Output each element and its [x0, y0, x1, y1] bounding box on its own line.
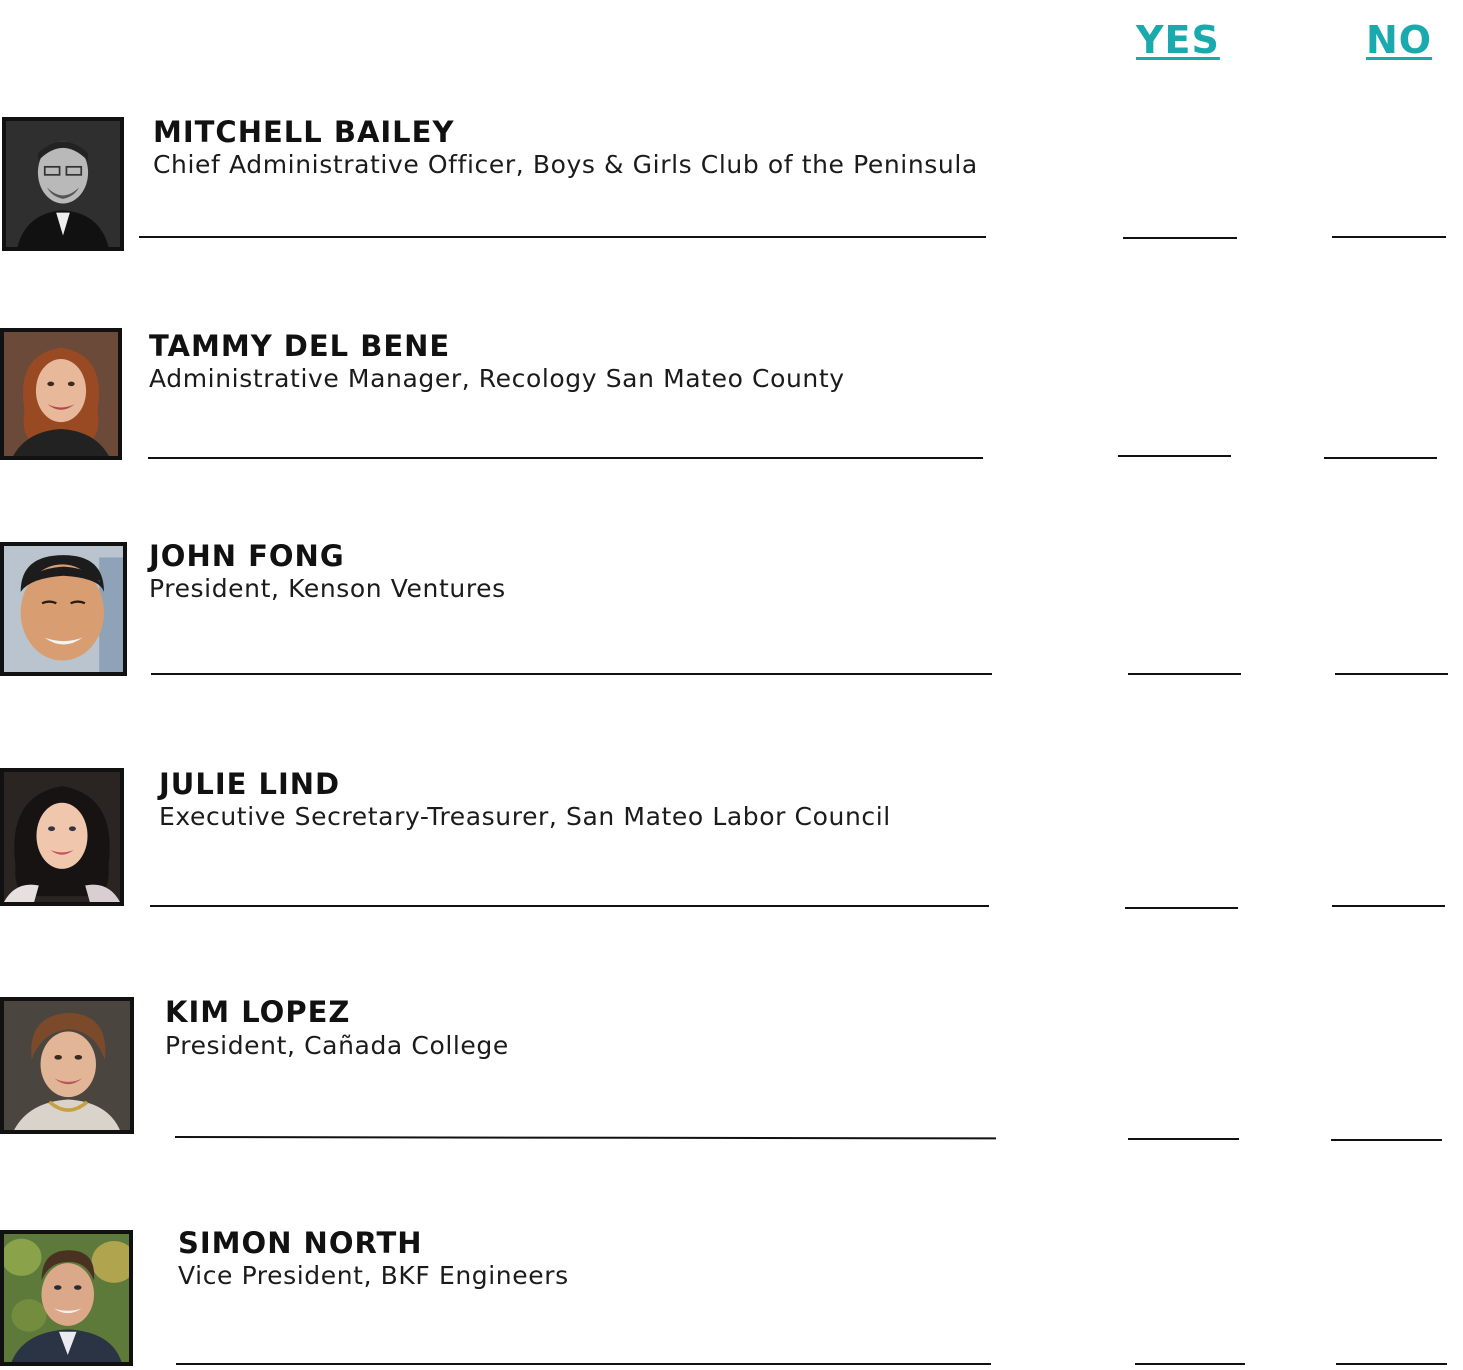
candidate-title: Administrative Manager, Recology San Mat… — [149, 364, 845, 393]
yes-vote-line[interactable] — [1128, 673, 1241, 675]
candidate-title: Executive Secretary-Treasurer, San Mateo… — [159, 802, 891, 831]
no-vote-line[interactable] — [1332, 905, 1445, 907]
candidate-name: JOHN FONG — [149, 539, 345, 573]
no-vote-line[interactable] — [1332, 236, 1446, 238]
candidate-photo — [2, 117, 124, 251]
candidate-title: President, Cañada College — [165, 1031, 509, 1060]
no-vote-line[interactable] — [1336, 1363, 1447, 1365]
no-vote-line[interactable] — [1324, 457, 1437, 459]
candidate-title: Chief Administrative Officer, Boys & Gir… — [153, 150, 978, 179]
comment-line[interactable] — [174, 1136, 997, 1140]
comment-line[interactable] — [176, 1363, 991, 1365]
yes-vote-line[interactable] — [1128, 1138, 1239, 1140]
candidate-name: MITCHELL BAILEY — [153, 115, 455, 149]
candidate-name: SIMON NORTH — [178, 1226, 423, 1260]
yes-vote-line[interactable] — [1125, 907, 1238, 909]
yes-vote-line[interactable] — [1135, 1363, 1245, 1365]
yes-column-header[interactable]: YES — [1136, 18, 1220, 62]
no-vote-line[interactable] — [1335, 673, 1448, 675]
candidate-photo — [0, 768, 124, 906]
no-vote-line[interactable] — [1331, 1139, 1442, 1141]
candidate-photo — [0, 328, 122, 460]
candidate-name: TAMMY DEL BENE — [149, 329, 451, 363]
candidate-title: Vice President, BKF Engineers — [178, 1261, 569, 1290]
comment-line[interactable] — [139, 236, 986, 238]
candidate-name: KIM LOPEZ — [165, 995, 351, 1029]
candidate-title: President, Kenson Ventures — [149, 574, 506, 603]
comment-line[interactable] — [148, 457, 983, 459]
candidate-photo — [0, 542, 127, 676]
candidate-name: JULIE LIND — [159, 767, 341, 801]
comment-line[interactable] — [150, 905, 989, 907]
no-column-header[interactable]: NO — [1366, 18, 1432, 62]
yes-vote-line[interactable] — [1123, 237, 1237, 239]
candidate-photo — [0, 1230, 133, 1366]
yes-vote-line[interactable] — [1118, 455, 1231, 457]
comment-line[interactable] — [151, 673, 992, 675]
candidate-photo — [0, 997, 134, 1134]
